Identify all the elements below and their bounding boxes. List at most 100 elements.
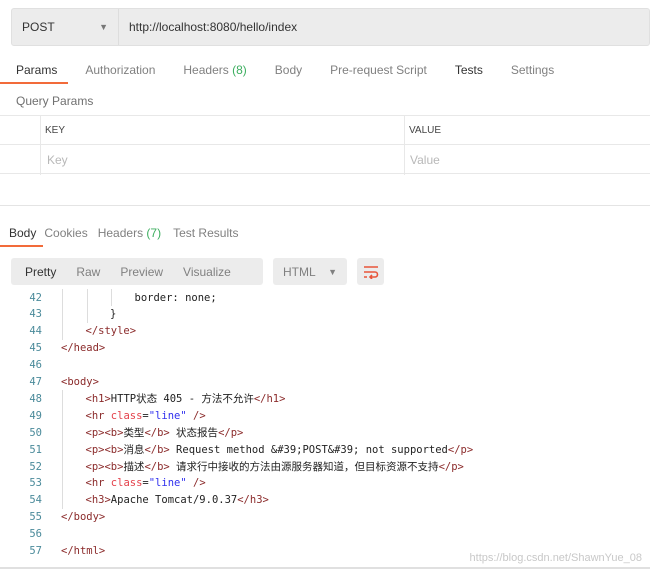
tab-response-body[interactable]: Body xyxy=(9,226,36,240)
line-number: 46 xyxy=(29,359,42,372)
format-select[interactable]: HTML ▼ xyxy=(273,258,347,285)
code-token-tag: </p> xyxy=(438,461,464,473)
wrap-lines-button[interactable] xyxy=(357,258,384,285)
indent-guide xyxy=(62,458,63,475)
code-token-tag: </head> xyxy=(61,342,106,355)
response-tabs: Body Cookies Headers (7) Test Results xyxy=(9,226,238,240)
code-text: <p><b>消息</b> Request method &#39;POST&#3… xyxy=(86,442,474,457)
line-number: 52 xyxy=(29,460,42,473)
code-token-text: 状态报告 xyxy=(169,427,219,440)
value-input[interactable]: Value xyxy=(410,153,440,167)
code-token-str: "line" xyxy=(148,409,187,422)
code-token-attr: class xyxy=(110,477,143,490)
code-line: 46 xyxy=(0,357,650,374)
code-line: 42 border: none; xyxy=(0,289,650,306)
code-text: </head> xyxy=(61,342,105,354)
line-number: 42 xyxy=(29,291,42,304)
method-select[interactable]: POST ▼ xyxy=(12,9,119,45)
code-token-text: Apache Tomcat/9.0.37 xyxy=(110,494,238,507)
key-header: KEY xyxy=(45,124,66,136)
line-number: 48 xyxy=(29,392,42,405)
code-text: <p><b>描述</b> 请求行中接收的方法由源服务器知道，但目标资源不支持</… xyxy=(86,459,464,474)
tab-cookies[interactable]: Cookies xyxy=(44,226,87,240)
code-token-tag: /> xyxy=(186,477,206,490)
code-token-tag: <hr xyxy=(85,477,111,490)
code-token-text: 描述 xyxy=(123,461,145,473)
code-line: 47 <body> xyxy=(0,374,650,391)
code-token-tag: </b> xyxy=(144,444,170,457)
query-params-table: KEY VALUE Key Value xyxy=(0,115,650,175)
tab-headers-label: Headers xyxy=(183,63,229,77)
code-line: 51 <p><b>消息</b> Request method &#39;POST&… xyxy=(0,441,650,459)
code-token-tag: <p><b> xyxy=(85,427,124,440)
indent-guide xyxy=(111,289,112,306)
code-line: 44 </style> xyxy=(0,322,650,340)
code-line: 54 <h3>Apache Tomcat/9.0.37</h3> xyxy=(0,491,650,509)
line-number: 44 xyxy=(29,325,42,338)
line-number: 55 xyxy=(29,511,42,524)
line-number: 43 xyxy=(29,308,42,321)
active-response-tab-indicator xyxy=(0,245,43,247)
code-token-tag: <body> xyxy=(61,376,99,388)
code-text: <hr class="line" /> xyxy=(86,410,206,422)
tab-test-results[interactable]: Test Results xyxy=(173,226,238,240)
view-raw[interactable]: Raw xyxy=(76,265,100,279)
code-token-attr: class xyxy=(110,409,143,422)
tab-response-headers-label: Headers xyxy=(97,226,144,240)
indent-guide xyxy=(62,474,63,492)
tab-settings[interactable]: Settings xyxy=(511,63,554,77)
code-token-tag: </b> xyxy=(144,461,170,473)
tab-params[interactable]: Params xyxy=(16,63,57,77)
indent-guide xyxy=(62,305,63,323)
code-token-text: } xyxy=(110,308,117,321)
view-pretty[interactable]: Pretty xyxy=(25,265,56,279)
code-line: 52 <p><b>描述</b> 请求行中接收的方法由源服务器知道，但目标资源不支持… xyxy=(0,458,650,475)
request-bar: POST ▼ http://localhost:8080/hello/index xyxy=(11,8,650,46)
divider xyxy=(0,205,650,206)
code-token-tag: <h1> xyxy=(85,393,111,406)
code-line: 43} xyxy=(0,305,650,323)
code-token-tag: </p> xyxy=(447,444,474,457)
tab-body[interactable]: Body xyxy=(275,63,302,77)
chevron-down-icon: ▼ xyxy=(99,22,108,32)
watermark: https://blog.csdn.net/ShawnYue_08 xyxy=(469,552,642,564)
code-text: } xyxy=(110,308,116,320)
key-input[interactable]: Key xyxy=(47,153,68,167)
value-header: VALUE xyxy=(409,124,442,136)
code-token-text: 消息 xyxy=(123,444,145,457)
tab-headers[interactable]: Headers (8) xyxy=(183,63,246,77)
line-number: 54 xyxy=(29,494,42,507)
code-line: 49 <hr class="line" /> xyxy=(0,407,650,425)
tab-pre-request-script[interactable]: Pre-request Script xyxy=(330,63,427,77)
code-token-str: "line" xyxy=(148,477,187,490)
url-input[interactable]: http://localhost:8080/hello/index xyxy=(119,20,297,34)
code-line: 53 <hr class="line" /> xyxy=(0,474,650,492)
tab-authorization[interactable]: Authorization xyxy=(85,63,155,77)
code-token-tag: </html> xyxy=(61,545,106,557)
code-token-tag: </h1> xyxy=(253,393,286,406)
code-token-text: border: none; xyxy=(134,291,217,304)
code-token-tag: <h3> xyxy=(85,494,111,507)
indent-guide xyxy=(86,289,88,306)
request-tabs: Params Authorization Headers (8) Body Pr… xyxy=(16,63,554,77)
code-text: <h3>Apache Tomcat/9.0.37</h3> xyxy=(86,494,269,506)
view-preview[interactable]: Preview xyxy=(120,265,163,279)
tab-tests[interactable]: Tests xyxy=(455,63,483,77)
code-token-text: Request method &#39;POST&#39; not suppor… xyxy=(169,444,448,457)
headers-count: (8) xyxy=(232,63,247,77)
query-params-title: Query Params xyxy=(16,94,94,108)
code-line: 55 </body> xyxy=(0,509,650,526)
indent-guide xyxy=(62,407,63,425)
line-number: 57 xyxy=(29,545,42,557)
indent-guide xyxy=(62,322,63,340)
code-text: <h1>HTTP状态 405 - 方法不允许</h1> xyxy=(86,391,286,406)
tab-response-headers[interactable]: Headers (7) xyxy=(98,226,161,240)
line-number: 56 xyxy=(29,528,42,541)
method-label: POST xyxy=(22,20,55,34)
code-token-tag: </h3> xyxy=(237,494,269,507)
code-text: </style> xyxy=(86,325,137,337)
code-text: <hr class="line" /> xyxy=(86,477,206,489)
code-token-text: HTTP状态 405 - 方法不允许 xyxy=(110,393,254,406)
view-visualize[interactable]: Visualize xyxy=(183,265,231,279)
line-number: 49 xyxy=(29,409,42,422)
